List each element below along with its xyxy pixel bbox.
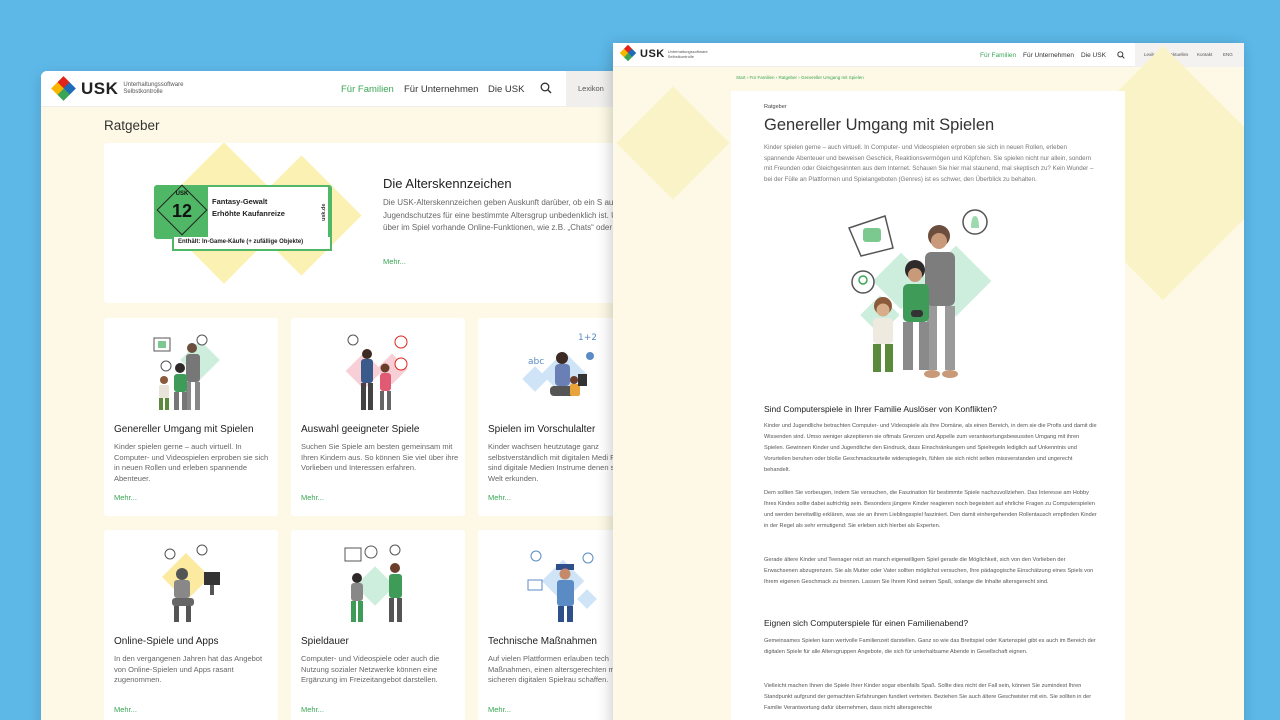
util-language[interactable]: ENG	[1223, 52, 1233, 57]
article-title: Genereller Umgang mit Spielen	[764, 116, 995, 134]
nav-families[interactable]: Für Familien	[341, 84, 394, 95]
nav-companies[interactable]: Für Unternehmen	[404, 84, 478, 95]
more-link[interactable]: Mehr...	[114, 493, 137, 502]
guide-card[interactable]: Spieldauer Computer- und Videospiele ode…	[291, 530, 465, 720]
card-title: Auswahl geeigneter Spiele	[301, 424, 420, 435]
technical-measures-illustration	[527, 550, 597, 622]
game-choice-illustration	[345, 334, 408, 410]
card-title: Genereller Umgang mit Spielen	[114, 424, 254, 435]
usk-logo-icon	[51, 76, 76, 101]
svg-text:abc: abc	[528, 357, 544, 367]
decor-diamond	[616, 86, 730, 200]
more-link[interactable]: Mehr...	[383, 257, 406, 266]
guide-card[interactable]: Genereller Umgang mit Spielen Kinder spi…	[104, 318, 278, 516]
nav-companies[interactable]: Für Unternehmen	[1023, 52, 1074, 59]
front-browser-window: USK Unterhaltungssoftware Selbstkontroll…	[613, 43, 1244, 720]
card-title: Online-Spiele und Apps	[114, 636, 219, 647]
play-time-illustration	[344, 544, 402, 622]
nav-families[interactable]: Für Familien	[980, 52, 1016, 59]
logo-subtitle: Unterhaltungssoftware Selbstkontrolle	[667, 48, 708, 59]
page-title: Ratgeber	[104, 118, 160, 133]
card-text: Suchen Sie Spiele am besten gemeinsam mi…	[301, 442, 459, 472]
card-title: Die Alterskennzeichen	[383, 176, 512, 191]
paragraph: Dem sollten Sie vorbeugen, indem Sie ver…	[764, 490, 1097, 529]
badge-descriptor: Erhöhte Kaufanreize	[212, 209, 285, 218]
paragraph: Kinder und Jugendliche betrachten Comput…	[764, 423, 1097, 473]
usk-logo-icon	[619, 44, 637, 62]
age-rating-card[interactable]: USK 12 Fantasy-Gewalt Erhöhte Kaufanreiz…	[104, 143, 661, 303]
usk-logo[interactable]: USK Unterhaltungssoftware Selbstkontroll…	[619, 44, 708, 62]
guide-card[interactable]: Auswahl geeigneter Spiele Suchen Sie Spi…	[291, 318, 465, 516]
badge-footer: Enthält: In-Game-Käufe (+ zufällige Obje…	[172, 237, 332, 251]
article: Ratgeber Genereller Umgang mit Spielen K…	[731, 91, 1125, 720]
more-link[interactable]: Mehr...	[301, 493, 324, 502]
card-title: Technische Maßnahmen	[488, 636, 597, 647]
paragraph: Vielleicht machen Ihnen die Spiele Ihrer…	[764, 683, 1092, 711]
nav-usk[interactable]: Die USK	[488, 84, 524, 95]
logo-wordmark: USK	[81, 79, 119, 98]
preschool-illustration: abc 1+2	[522, 333, 597, 397]
site-header: USK Unterhaltungssoftware Selbstkontroll…	[41, 71, 661, 107]
search-icon[interactable]	[1117, 51, 1125, 59]
card-text: Kinder spielen gerne – auch virtuell. In…	[114, 442, 269, 483]
more-link[interactable]: Mehr...	[488, 705, 511, 714]
online-games-illustration	[161, 544, 220, 622]
card-text: In den vergangenen Jahren hat das Angebo…	[114, 654, 263, 684]
section-heading: Eignen sich Computerspiele für einen Fam…	[764, 618, 969, 628]
article-kicker: Ratgeber	[764, 104, 787, 110]
article-lead: Kinder spielen gerne – auch virtuell. In…	[764, 144, 1094, 183]
breadcrumb[interactable]: Start › Für Familien › Ratgeber › Genere…	[736, 75, 864, 80]
usk-age-badge: USK 12 Fantasy-Gewalt Erhöhte Kaufanreiz…	[154, 184, 332, 239]
section-heading: Sind Computerspiele in Ihrer Familie Aus…	[764, 404, 997, 414]
card-title: Spielen im Vorschulalter	[488, 424, 596, 435]
more-link[interactable]: Mehr...	[114, 705, 137, 714]
more-link[interactable]: Mehr...	[488, 493, 511, 502]
back-browser-window: USK Unterhaltungssoftware Selbstkontroll…	[41, 71, 661, 720]
usk-logo[interactable]: USK Unterhaltungssoftware Selbstkontroll…	[51, 76, 184, 101]
logo-subtitle: Unterhaltungssoftware Selbstkontrolle	[123, 82, 184, 95]
svg-text:1+2: 1+2	[578, 333, 597, 343]
paragraph: Gerade ältere Kinder und Teenager reizt …	[764, 557, 1094, 585]
nav-usk[interactable]: Die USK	[1081, 52, 1106, 59]
card-title: Spieldauer	[301, 636, 349, 647]
card-text: Computer- und Videospiele oder auch die …	[301, 654, 440, 684]
family-gaming-illustration	[153, 334, 220, 410]
logo-wordmark: USK	[640, 47, 665, 60]
badge-website: usk.de	[318, 187, 330, 237]
family-gaming-illustration	[847, 209, 992, 378]
paragraph: Gemeinsames Spielen kann wertvolle Famil…	[764, 638, 1096, 655]
search-icon[interactable]	[540, 82, 552, 94]
badge-age: 12	[171, 201, 193, 221]
guide-card[interactable]: Online-Spiele und Apps In den vergangene…	[104, 530, 278, 720]
more-link[interactable]: Mehr...	[301, 705, 324, 714]
util-contact[interactable]: Kontakt	[1197, 52, 1212, 57]
badge-descriptor: Fantasy-Gewalt	[212, 197, 268, 206]
